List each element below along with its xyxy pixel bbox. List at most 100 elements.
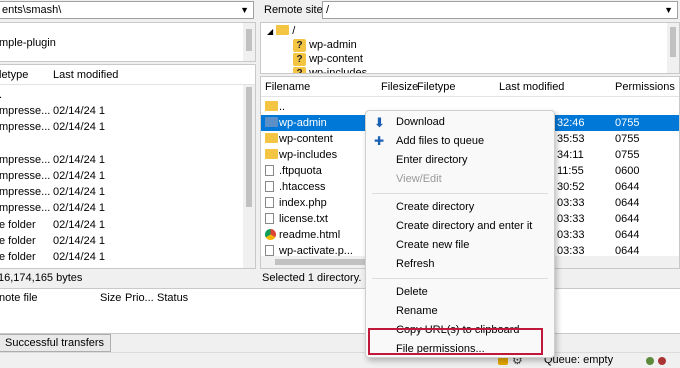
local-col-filetype[interactable]: letype [0,65,28,85]
folder-icon [265,115,278,131]
menu-item-label: Add files to queue [396,135,485,147]
table-row[interactable] [0,136,255,152]
local-cell-date: 02/14/24 1 [53,234,105,247]
local-cell-filetype: e folder [0,251,36,263]
menu-separator [372,193,548,194]
unknown-folder-icon: ? [293,38,306,52]
local-tree-item[interactable]: mple-plugin [0,37,56,49]
table-row[interactable]: e folder 02/14/24 1 [0,217,255,233]
remote-col-filename[interactable]: Filename [265,77,310,97]
context-menu: ⬇ Download ✚ Add files to queue Enter direct… [365,110,555,358]
table-row[interactable]: mpresse... 02/14/24 1 [0,200,255,216]
file-icon [265,195,274,211]
menu-item-create-directory[interactable]: Create directory [366,198,554,217]
menu-item-add-files-to-queue[interactable]: ✚ Add files to queue [366,132,554,151]
unknown-folder-icon: ? [293,52,306,66]
menu-item-enter-directory[interactable]: Enter directory [366,151,554,170]
local-file-list: letype Last modified .mpresse...02/14/24… [0,64,256,269]
local-cell-date: 02/14/24 1 [53,251,105,263]
table-row[interactable]: e folder 02/14/24 1 [0,233,255,249]
remote-cell-modified: 03:33 [557,229,585,241]
local-tree: mple-plugin [0,22,256,62]
table-row[interactable]: mpresse... 02/14/24 1 [0,168,255,184]
tab-label: Successful transfers [5,337,105,349]
unknown-folder-icon: ? [293,66,306,73]
remote-cell-modified: 03:33 [557,197,585,209]
remote-cell-filename: .. [279,101,286,113]
file-icon [265,179,274,195]
local-cell-date: 02/14/24 1 [53,105,105,118]
table-row[interactable]: mpresse... 02/14/24 1 [0,152,255,168]
local-cell-filetype: mpresse... [0,202,51,215]
table-row[interactable]: e folder 02/14/24 1 [0,265,255,268]
remote-cell-filename: wp-admin [279,117,327,129]
menu-item-label: Create directory [396,201,475,213]
remote-col-filesize[interactable]: Filesize [381,77,418,97]
menu-item-label: Create new file [396,239,470,251]
highlight-box [368,328,543,355]
local-col-last-modified[interactable]: Last modified [53,65,118,85]
remote-cell-permissions: 0644 [615,181,640,193]
menu-item-download[interactable]: ⬇ Download [366,113,554,132]
menu-item-create-directory-and-enter-it[interactable]: Create directory and enter it [366,217,554,236]
remote-path-input[interactable]: / ▼ [322,1,678,19]
remote-cell-filename: wp-content [279,133,333,145]
local-cell-date: 02/14/24 1 [53,153,105,166]
remote-col-filetype[interactable]: Filetype [417,77,456,97]
menu-item-delete[interactable]: Delete [366,283,554,302]
local-cell-date: 02/14/24 1 [53,121,105,134]
chevron-down-icon[interactable]: ▼ [664,2,673,18]
local-path-input[interactable]: ents\smash\ ▼ [0,1,254,19]
table-row[interactable]: mpresse... 02/14/24 1 [0,184,255,200]
remote-tree-label: wp-admin [309,39,357,51]
menu-item-label: Enter directory [396,154,468,166]
table-row[interactable]: e folder 02/14/24 1 [0,249,255,265]
remote-col-last-modified[interactable]: Last modified [499,77,564,97]
local-path-value: ents\smash\ [2,4,62,16]
add-queue-icon: ✚ [374,134,385,148]
menu-item-create-new-file[interactable]: Create new file [366,236,554,255]
remote-cell-permissions: 0755 [615,133,640,145]
tab-successful-transfers[interactable]: Successful transfers [0,334,112,352]
local-cell-filetype: e folder [0,265,36,268]
remote-cell-filename: .htaccess [279,181,326,193]
remote-cell-permissions: 0755 [615,149,640,161]
local-cell-filetype: mpresse... [0,170,51,182]
folder-icon [265,147,278,163]
queue-col-priority[interactable]: Prio... [125,289,154,307]
remote-cell-permissions: 0600 [615,165,640,177]
menu-item-rename[interactable]: Rename [366,302,554,321]
remote-col-permissions[interactable]: Permissions [615,77,675,97]
table-row[interactable]: mpresse... 02/14/24 1 [0,103,255,119]
remote-cell-permissions: 0644 [615,213,640,225]
status-indicator-icon [646,357,654,365]
local-cell-date: 02/14/24 1 [53,218,105,231]
queue-col-file[interactable]: note file [0,289,38,307]
chrome-icon [265,227,276,243]
remote-cell-filename: .ftpquota [279,165,322,177]
file-icon [265,163,274,179]
transfer-queue: note file Size Prio... Status [0,288,680,334]
chevron-down-icon[interactable]: ▼ [240,2,249,18]
folder-icon [265,99,278,115]
menu-item-refresh[interactable]: Refresh [366,255,554,274]
local-cell-filetype: mpresse... [0,186,51,199]
local-cell-date: 02/14/24 1 [53,170,105,182]
queue-col-size[interactable]: Size [100,289,121,307]
expand-icon[interactable]: ◢ [267,27,273,36]
local-status: 16,174,165 bytes [0,272,83,284]
table-row[interactable]: mpresse... 02/14/24 1 [0,119,255,135]
status-bar: ⚙ Queue: empty [0,352,680,368]
download-icon: ⬇ [374,115,385,130]
remote-tree-label: wp-content [309,53,363,65]
file-icon [265,211,274,227]
local-cell-filetype: mpresse... [0,121,51,134]
table-row[interactable]: . [0,87,255,103]
queue-col-status[interactable]: Status [157,289,188,307]
menu-item-label: Download [396,116,445,128]
remote-tree-item[interactable]: ? wp-includes [293,65,679,73]
folder-icon [265,131,278,147]
menu-item-label: View/Edit [396,173,442,185]
remote-cell-filename: index.php [279,197,327,209]
local-cell-date: 02/14/24 1 [53,186,105,199]
